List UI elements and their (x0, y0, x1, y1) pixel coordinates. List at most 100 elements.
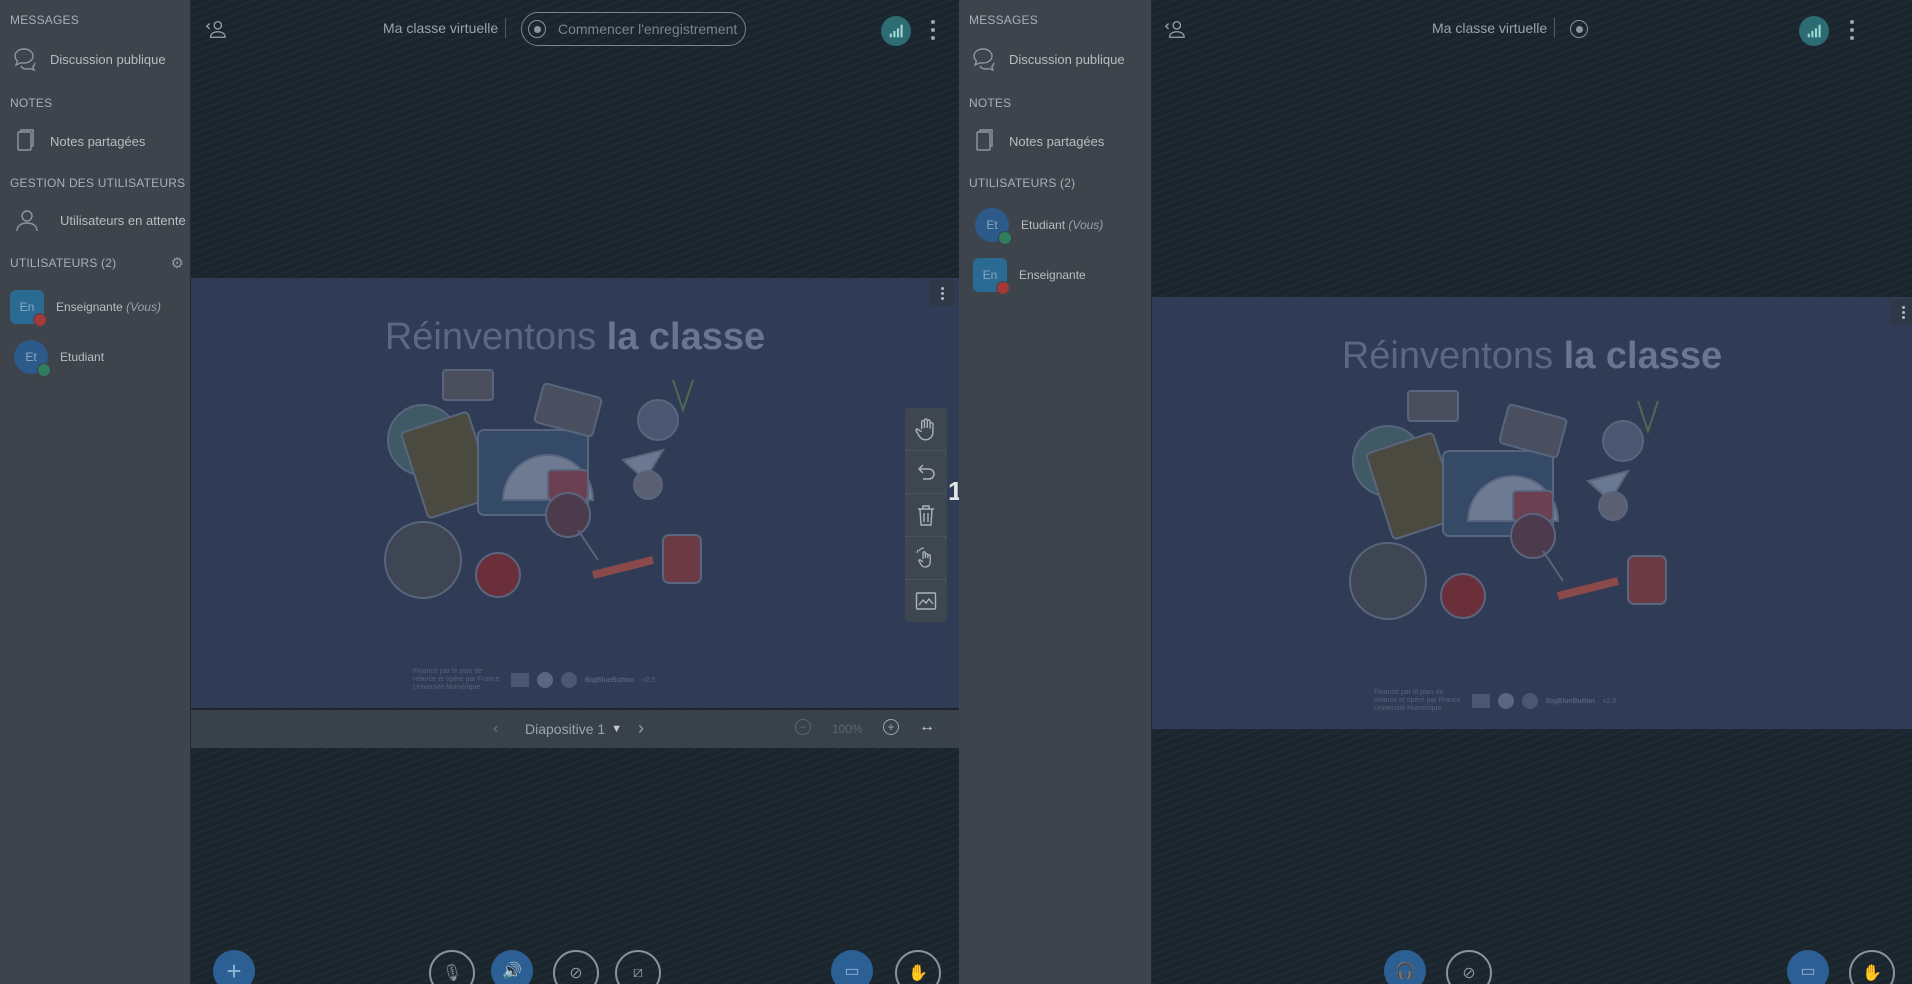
raise-hand-icon: ✋ (908, 965, 928, 982)
connection-icon[interactable] (881, 16, 911, 46)
toggle-userlist-icon[interactable] (205, 18, 227, 40)
you-tag: (Vous) (1068, 218, 1104, 232)
slide-footer: Financé par le plan de relance et opéré … (1374, 689, 1674, 713)
logo-gov (1472, 694, 1490, 708)
slide-title: Réinventons la classe (1152, 335, 1912, 378)
camera-button[interactable]: ⊘ (1446, 950, 1492, 984)
headphones-icon: 🎧 (1395, 963, 1415, 980)
slide-illustration (383, 360, 713, 630)
audio-button[interactable]: 🔊 (491, 950, 533, 984)
connection-icon[interactable] (1799, 16, 1829, 46)
user-list-sidebar: MESSAGES Discussion publique NOTES Notes… (0, 0, 190, 984)
camera-button[interactable]: ⊘ (553, 950, 599, 984)
chevron-right-icon[interactable]: › (638, 718, 644, 739)
bbb-logo-text: BigBlueButton (1546, 697, 1595, 705)
presentation-icon: ▭ (1800, 963, 1816, 980)
user-list-item[interactable]: Et Etudiant (14, 337, 104, 377)
slide-more-options-icon[interactable] (929, 280, 955, 306)
users-section-title: UTILISATEURS (2) (969, 176, 1076, 190)
notes-section-title: NOTES (969, 96, 1012, 110)
more-options-icon[interactable] (1847, 18, 1857, 42)
slide-title: Réinventons la classe (191, 316, 959, 359)
muted-status-dot (33, 313, 47, 327)
slide-title-light: Réinventons (384, 316, 597, 358)
toggle-userlist-icon[interactable] (1164, 18, 1186, 40)
slide-title-bold: la classe (606, 316, 766, 358)
fit-width-icon[interactable]: ↔ (919, 718, 935, 736)
logo-partner (561, 672, 577, 688)
main-area: Ma classe virtuelle Réinventons la class… (1152, 0, 1912, 984)
mic-off-icon: 🎙 (441, 965, 463, 982)
presentation-slide: Réinventons la classe Financé par le pla… (1152, 297, 1912, 729)
user-name: Etudiant (60, 350, 105, 364)
shared-notes-label: Notes partagées (50, 133, 146, 149)
slide-title-light: Réinventons (1341, 335, 1554, 377)
zoom-in-icon[interactable]: + (883, 719, 899, 735)
presentation-toolbar: ‹ Diapositive 1 ▼ › − 100% + ↔ (191, 710, 959, 748)
users-section-title: UTILISATEURS (2) (10, 256, 117, 270)
raise-hand-button[interactable]: ✋ (1849, 950, 1895, 984)
public-chat-item[interactable]: Discussion publique (10, 39, 190, 79)
notes-section-title: NOTES (10, 96, 53, 110)
undo-icon[interactable] (905, 451, 947, 494)
whiteboard-icon[interactable] (905, 580, 947, 622)
audio-status-dot (37, 363, 51, 377)
messages-section-title: MESSAGES (969, 13, 1038, 27)
user-name: Enseignante (56, 300, 123, 314)
meeting-title: Ma classe virtuelle (1432, 20, 1548, 36)
divider (1554, 18, 1555, 38)
gear-icon[interactable]: ⚙ (171, 254, 184, 272)
chat-icon (969, 44, 999, 74)
chevron-left-icon[interactable]: ‹ (493, 720, 498, 738)
waiting-users-item[interactable]: Utilisateurs en attente (12, 200, 190, 240)
bbb-version: v2.5 (642, 676, 656, 684)
viewer-window: MESSAGES Discussion publique NOTES Notes… (959, 0, 1912, 984)
user-name: Etudiant (1021, 218, 1066, 232)
avatar-initials: Et (986, 218, 998, 232)
zoom-value: 100% (832, 722, 863, 736)
muted-status-dot (996, 281, 1010, 295)
audio-icon: 🔊 (502, 963, 522, 980)
raise-hand-button[interactable]: ✋ (895, 950, 941, 984)
screenshare-off-icon: ⧄ (632, 964, 644, 981)
screenshare-button[interactable]: ⧄ (615, 950, 661, 984)
public-chat-item[interactable]: Discussion publique (969, 39, 1151, 79)
start-recording-button[interactable]: Commencer l'enregistrement (521, 12, 747, 46)
meeting-title: Ma classe virtuelle (383, 20, 499, 36)
logo-partner (1522, 693, 1538, 709)
presentation-button[interactable]: ▭ (1787, 950, 1829, 984)
presentation-button[interactable]: ▭ (831, 950, 873, 984)
hand-icon[interactable] (905, 408, 947, 451)
user-list-item[interactable]: En Enseignante (Vous) (10, 287, 161, 327)
record-icon (528, 20, 546, 38)
you-tag: (Vous) (126, 300, 161, 314)
multi-user-icon[interactable] (905, 537, 947, 580)
presentation-slide[interactable]: Réinventons la classe Financé par le pla… (191, 278, 959, 708)
slide-illustration (1348, 381, 1678, 651)
mic-button[interactable]: 🎙 (429, 950, 475, 984)
slide-footer-text: Financé par le plan de relance et opéré … (1374, 689, 1461, 712)
avatar: Et (975, 208, 1012, 245)
actions-plus-button[interactable]: + (213, 950, 255, 984)
shared-notes-item[interactable]: Notes partagées (10, 121, 190, 161)
chevron-down-icon: ▼ (611, 723, 623, 735)
user-list-item[interactable]: Et Etudiant (Vous) (975, 205, 1103, 245)
trash-icon[interactable] (905, 494, 947, 537)
cursor-label: 1 (948, 476, 959, 506)
main-area: Ma classe virtuelle Commencer l'enregist… (191, 0, 959, 984)
logo-gov (511, 673, 529, 687)
more-options-icon[interactable] (928, 18, 938, 42)
slide-footer: Financé par le plan de relance et opéré … (413, 668, 713, 692)
user-list-item[interactable]: En Enseignante (973, 255, 1086, 295)
logo-fun (1498, 693, 1514, 709)
whiteboard-toolbar (905, 408, 947, 622)
slide-more-options-icon[interactable] (1890, 299, 1912, 325)
shared-notes-item[interactable]: Notes partagées (969, 121, 1151, 161)
messages-section-title: MESSAGES (10, 13, 79, 27)
avatar: En (973, 258, 1010, 295)
slide-footer-text: Financé par le plan de relance et opéré … (413, 668, 500, 691)
zoom-out-icon[interactable]: − (795, 719, 811, 735)
slide-select[interactable]: Diapositive 1 ▼ (525, 721, 622, 737)
plus-icon: + (226, 955, 242, 984)
audio-button[interactable]: 🎧 (1384, 950, 1426, 984)
